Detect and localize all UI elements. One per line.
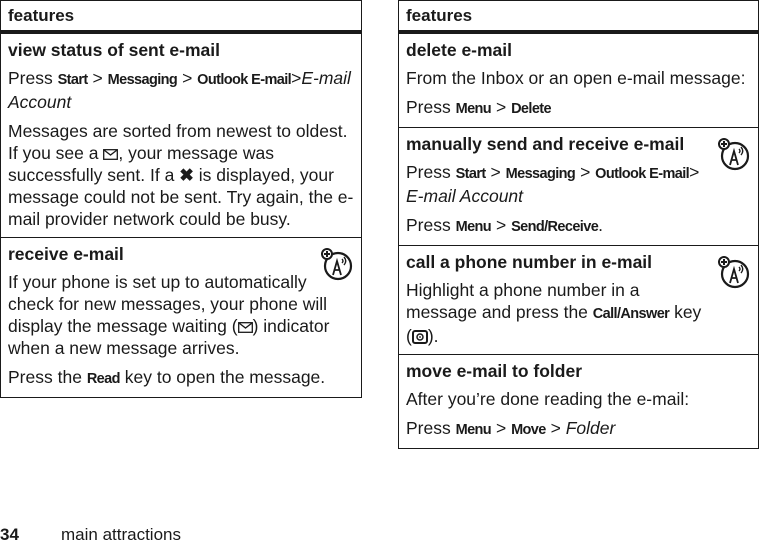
row-instruction: Press Menu > Send/Receive. [406,215,604,235]
table-row-delete-email: delete e-mail From the Inbox or an open … [399,34,758,127]
row-instruction: Press Menu > Delete [406,97,552,117]
envelope-icon [237,322,253,333]
section-title: main attractions [61,525,181,544]
row-title: receive e-mail [8,244,124,264]
row-description: Messages are sorted from newest to oldes… [8,121,354,229]
x-icon: ✖ [179,165,194,185]
key-label: Messaging [107,72,178,88]
key-label: Send/Receive [511,219,599,235]
row-instruction: Press Start > Messaging > Outlook E-mail… [406,162,700,206]
row-instruction: Press Menu > Move > Folder [406,418,616,438]
row-title: move e-mail to folder [406,361,583,381]
row-title: delete e-mail [406,40,513,60]
key-label: Move [511,422,546,438]
page-number: 34 [0,525,19,544]
row-instruction: Press the Read key to open the message. [8,367,326,387]
table-header: features [1,1,361,34]
row-description: Highlight a phone number in a message an… [406,280,702,346]
table-row-receive-email: receive e-mail If your phone is set up t… [1,237,361,397]
call-key-icon [411,330,428,344]
network-icon [718,256,750,289]
key-label: Messaging [505,166,576,182]
key-label: Menu [455,101,492,117]
italic-target: E-mail Account [406,186,524,206]
row-description: After you’re done reading the e-mail: [406,389,690,409]
row-title: call a phone number in e-mail [406,252,653,272]
row-instruction: Press Start > Messaging > Outlook E-mail… [8,68,351,112]
table-header: features [399,1,758,34]
table-row-send-receive: manually send and receive e-mail Press S… [399,127,758,245]
features-table-left: features view status of sent e-mail Pres… [0,0,362,398]
key-label: Menu [455,219,492,235]
key-label: Start [57,72,89,88]
key-label: Read [86,371,121,387]
envelope-icon [103,149,119,160]
key-label: Start [455,166,487,182]
network-icon [718,138,750,171]
key-label: Call/Answer [592,306,670,322]
row-description: If your phone is set up to automatically… [8,272,330,358]
network-icon [321,248,353,281]
key-label: Delete [511,101,552,117]
features-table-right: features delete e-mail From the Inbox or… [398,0,759,449]
table-row-move-email: move e-mail to folder After you’re done … [399,354,758,448]
key-label: Outlook E-mail [197,72,292,88]
italic-target: Folder [565,418,616,438]
key-label: Outlook E-mail [595,166,690,182]
row-title: manually send and receive e-mail [406,134,685,154]
table-row-call-number: call a phone number in e-mail Highlight … [399,245,758,354]
row-description: From the Inbox or an open e-mail message… [406,68,746,88]
row-title: view status of sent e-mail [8,40,221,60]
table-row-view-status: view status of sent e-mail Press Start >… [1,34,361,237]
key-label: Menu [455,422,492,438]
